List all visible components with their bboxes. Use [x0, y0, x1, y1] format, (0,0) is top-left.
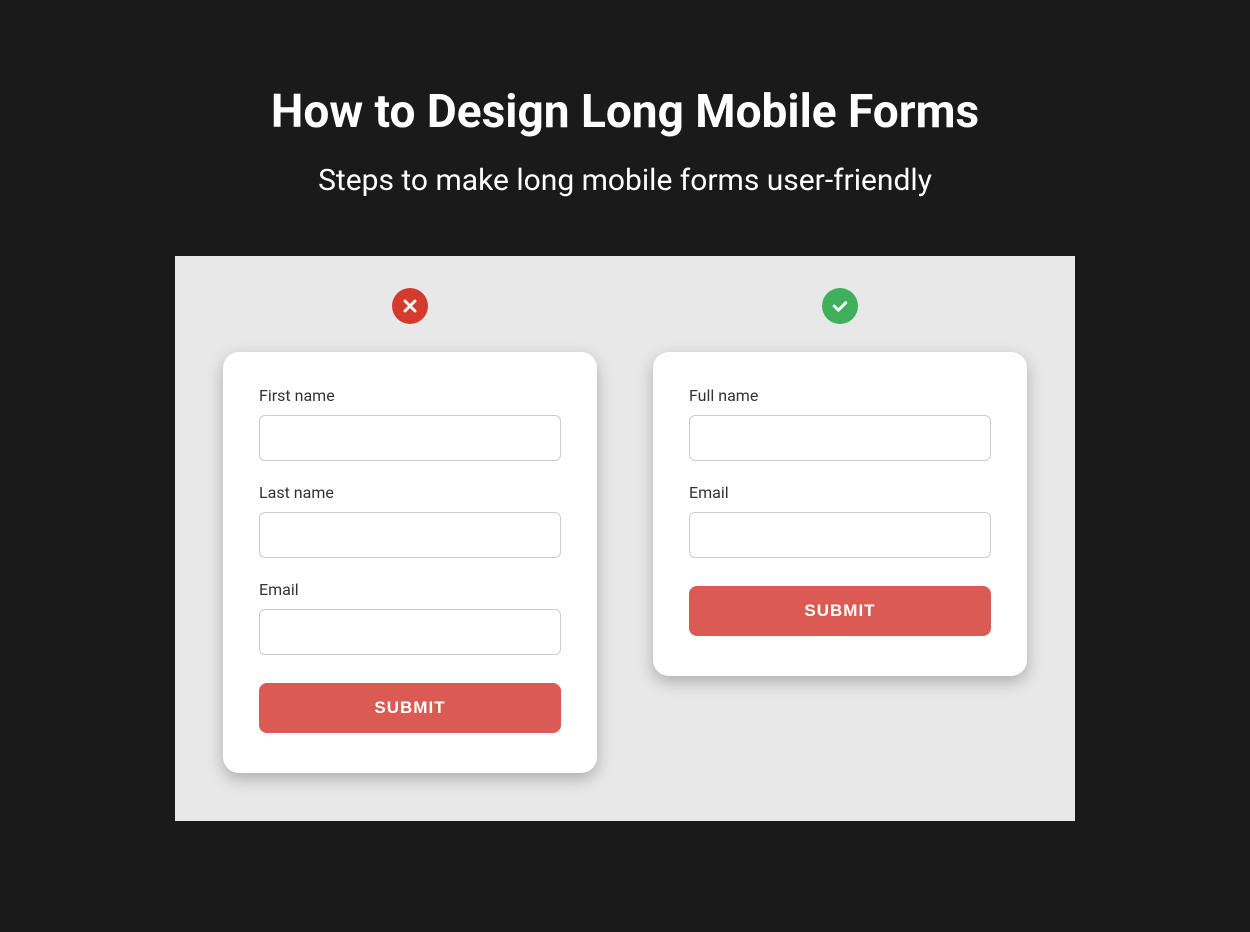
bad-example-column: First name Last name Email SUBMIT: [223, 288, 597, 773]
comparison-panel: First name Last name Email SUBMIT Full n…: [175, 256, 1075, 821]
submit-button[interactable]: SUBMIT: [689, 586, 991, 636]
form-field: Email: [259, 580, 561, 655]
bad-form-card: First name Last name Email SUBMIT: [223, 352, 597, 773]
last-name-input[interactable]: [259, 512, 561, 558]
full-name-label: Full name: [689, 386, 991, 405]
full-name-input[interactable]: [689, 415, 991, 461]
page-title: How to Design Long Mobile Forms: [271, 85, 979, 139]
check-icon: [822, 288, 858, 324]
first-name-label: First name: [259, 386, 561, 405]
email-label: Email: [689, 483, 991, 502]
form-field: First name: [259, 386, 561, 461]
email-label: Email: [259, 580, 561, 599]
email-input[interactable]: [259, 609, 561, 655]
form-field: Last name: [259, 483, 561, 558]
email-input[interactable]: [689, 512, 991, 558]
good-form-card: Full name Email SUBMIT: [653, 352, 1027, 676]
last-name-label: Last name: [259, 483, 561, 502]
page-subtitle: Steps to make long mobile forms user-fri…: [318, 163, 932, 198]
submit-button[interactable]: SUBMIT: [259, 683, 561, 733]
form-field: Full name: [689, 386, 991, 461]
first-name-input[interactable]: [259, 415, 561, 461]
cross-icon: [392, 288, 428, 324]
form-field: Email: [689, 483, 991, 558]
good-example-column: Full name Email SUBMIT: [653, 288, 1027, 676]
